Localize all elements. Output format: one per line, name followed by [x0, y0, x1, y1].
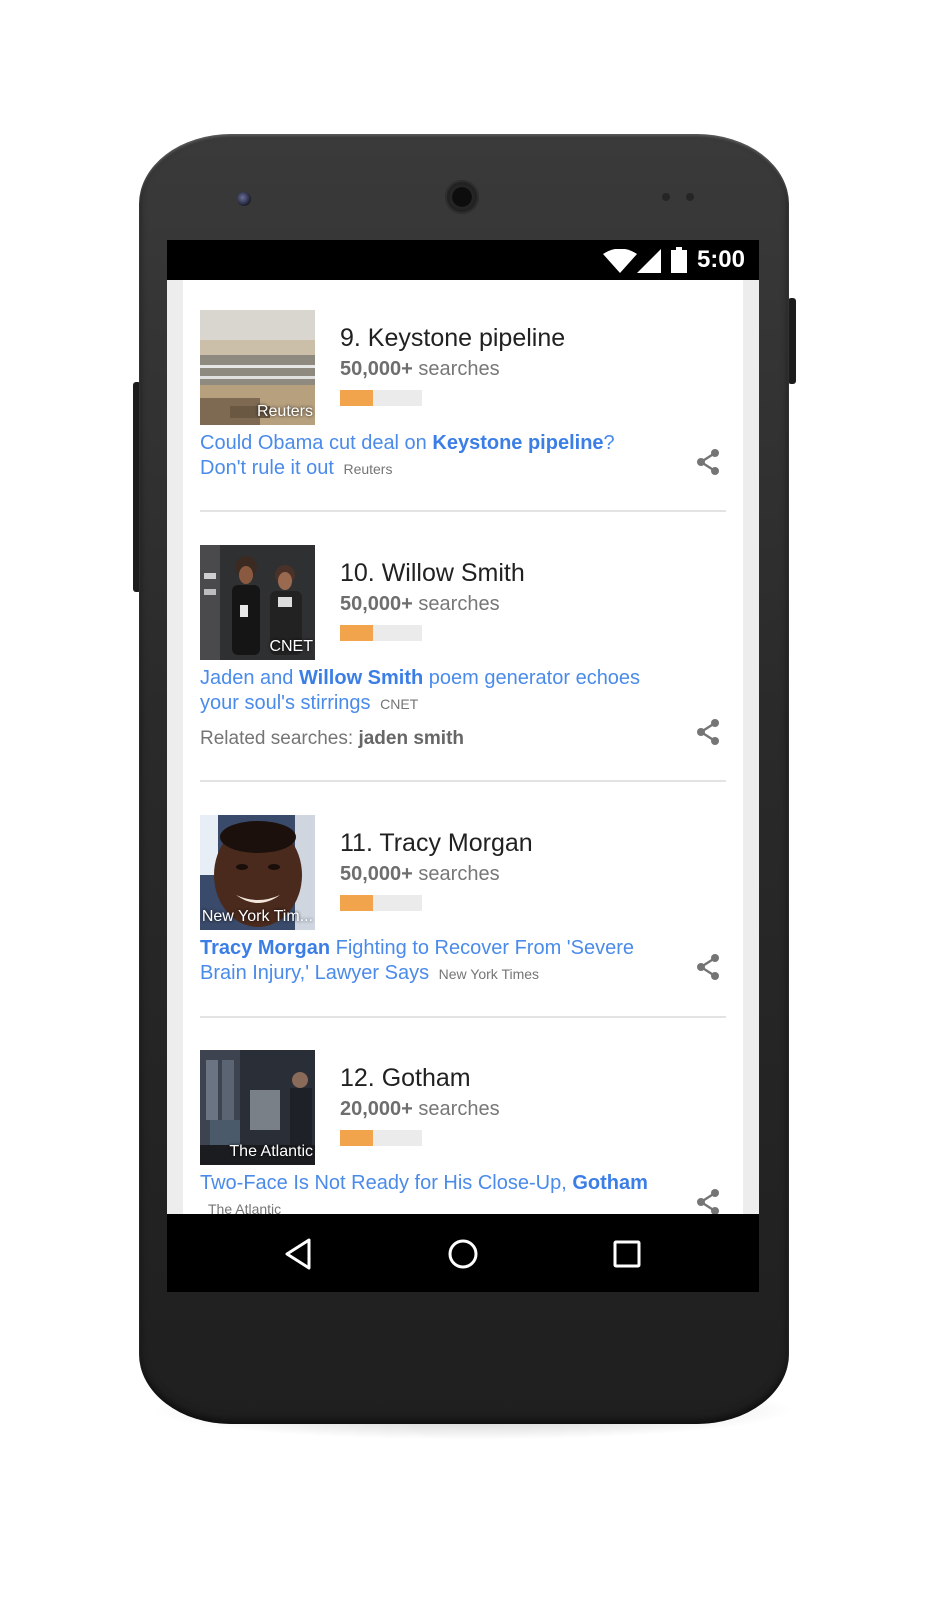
thumbnail-source: Reuters [256, 403, 313, 420]
headline-keyword: Tracy Morgan [200, 937, 331, 959]
popularity-bar-fill [340, 625, 373, 641]
home-icon[interactable] [445, 1236, 481, 1272]
headline-keyword: Gotham [572, 1172, 648, 1194]
thumbnail-source: New York Tim... [201, 908, 313, 925]
search-count-label: searches [418, 593, 500, 615]
share-icon[interactable] [696, 1189, 720, 1214]
navigation-bar [167, 1214, 759, 1292]
trend-thumbnail[interactable]: New York Tim... [200, 815, 315, 930]
popularity-bar [340, 895, 422, 911]
headline-text: Could Obama cut deal on [200, 432, 433, 454]
trend-item[interactable]: New York Tim... 11. Tracy Morgan 50,000+… [200, 815, 726, 1005]
headline-source: CNET [380, 696, 419, 712]
cell-signal-icon [637, 249, 661, 273]
search-count-label: searches [418, 1098, 500, 1120]
search-count-value: 50,000+ [340, 358, 413, 380]
popularity-bar-fill [340, 390, 373, 406]
status-time: 5:00 [696, 246, 745, 273]
headline-link[interactable]: Tracy Morgan Fighting to Recover From 'S… [200, 936, 666, 987]
search-count-label: searches [418, 863, 500, 885]
popularity-bar [340, 390, 422, 406]
headline-link[interactable]: Two-Face Is Not Ready for His Close-Up, … [200, 1171, 700, 1214]
search-count: 50,000+ searches [340, 593, 500, 616]
popularity-bar [340, 625, 422, 641]
divider [200, 1016, 726, 1018]
trends-card: Reuters 9. Keystone pipeline 50,000+ sea… [183, 280, 743, 1214]
headline-source: Reuters [343, 461, 393, 477]
trend-title: 10. Willow Smith [340, 559, 525, 587]
trend-title: 12. Gotham [340, 1064, 471, 1092]
share-icon[interactable] [696, 954, 720, 980]
trend-item[interactable]: CNET 10. Willow Smith 50,000+ searches J… [200, 545, 726, 775]
proximity-sensor [662, 193, 670, 201]
search-count: 20,000+ searches [340, 1098, 500, 1121]
headline-link[interactable]: Could Obama cut deal on Keystone pipelin… [200, 431, 666, 482]
trend-thumbnail[interactable]: The Atlantic [200, 1050, 315, 1165]
search-count-value: 50,000+ [340, 593, 413, 615]
share-icon[interactable] [696, 449, 720, 475]
search-count: 50,000+ searches [340, 863, 500, 886]
search-count-label: searches [418, 358, 500, 380]
back-icon[interactable] [281, 1236, 317, 1272]
trend-thumbnail[interactable]: CNET [200, 545, 315, 660]
headline-keyword: Willow Smith [298, 667, 424, 689]
popularity-bar-fill [340, 1130, 373, 1146]
phone-screen: 5:00 Reuters 9. Keystone pipeline 50,000… [167, 240, 759, 1292]
battery-icon [671, 247, 687, 273]
status-bar: 5:00 [167, 240, 759, 280]
front-camera [237, 192, 251, 206]
headline-source: The Atlantic [208, 1201, 282, 1214]
trend-thumbnail[interactable]: Reuters [200, 310, 315, 425]
power-button [788, 298, 796, 384]
headline-text: Jaden and [200, 667, 299, 689]
popularity-bar [340, 1130, 422, 1146]
recents-icon[interactable] [609, 1236, 645, 1272]
divider [200, 510, 726, 512]
search-count: 50,000+ searches [340, 358, 500, 381]
divider [200, 780, 726, 782]
search-count-value: 50,000+ [340, 863, 413, 885]
thumbnail-source: The Atlantic [229, 1143, 313, 1160]
trend-title: 11. Tracy Morgan [340, 829, 533, 857]
search-count-value: 20,000+ [340, 1098, 413, 1120]
earpiece-speaker [445, 180, 479, 214]
share-icon[interactable] [696, 719, 720, 745]
thumbnail-source: CNET [269, 638, 313, 655]
wifi-icon [603, 249, 637, 273]
headline-source: New York Times [438, 966, 540, 982]
popularity-bar-fill [340, 895, 373, 911]
related-term[interactable]: jaden smith [358, 728, 464, 749]
trends-list[interactable]: Reuters 9. Keystone pipeline 50,000+ sea… [167, 280, 759, 1214]
trend-item[interactable]: Reuters 9. Keystone pipeline 50,000+ sea… [200, 310, 726, 500]
headline-text: Two-Face Is Not Ready for His Close-Up, [200, 1172, 573, 1194]
trend-item[interactable]: The Atlantic 12. Gotham 20,000+ searches… [200, 1050, 726, 1214]
headline-link[interactable]: Jaden and Willow Smith poem generator ec… [200, 666, 666, 717]
trend-title: 9. Keystone pipeline [340, 324, 566, 352]
related-label: Related searches: [200, 728, 354, 749]
related-searches[interactable]: Related searches: jaden smith [200, 728, 464, 750]
light-sensor [686, 193, 694, 201]
headline-keyword: Keystone pipeline [432, 432, 604, 454]
